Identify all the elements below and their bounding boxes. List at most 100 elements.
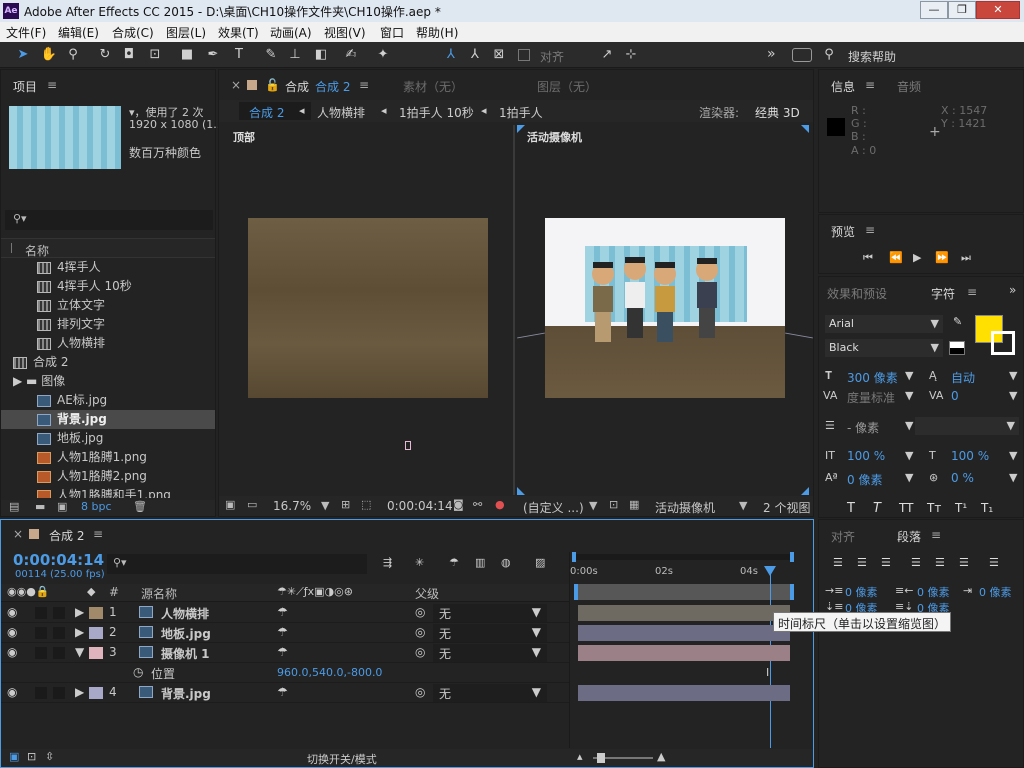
work-area-bar[interactable] [574,584,794,600]
menu-effect[interactable]: 效果(T) [218,24,259,41]
next-frame-icon[interactable]: ⏩ [935,251,949,264]
prev-frame-icon[interactable]: ⏪ [889,251,903,264]
indent-right-field[interactable]: 0 像素 [917,584,950,600]
stroke-width-field[interactable]: - 像素 [847,419,879,436]
top-view[interactable]: 顶部 [223,125,515,495]
zoom-out-icon[interactable]: ▴ [577,750,583,763]
layer-bar-2[interactable] [578,625,790,641]
rotate-tool-icon[interactable]: ↻ [96,46,114,64]
property-row[interactable]: ◷ 位置 960.0,540.0,-800.0 [1,663,569,683]
menu-animation[interactable]: 动画(A) [270,24,312,41]
pickwhip-icon[interactable]: ◎ [415,625,425,639]
baseline-shift-field[interactable]: 0 像素 [847,471,882,488]
timeline-tab[interactable]: 合成 2 [49,527,84,544]
resolution-dropdown[interactable]: (自定义 ...) [523,499,584,516]
layer-name[interactable]: 地板.jpg [161,625,211,642]
layer-name[interactable]: 人物横排 [161,605,209,622]
col-parent[interactable]: 父级 [415,585,439,602]
monitor-icon[interactable]: ▭ [247,498,257,511]
lock-icon[interactable]: 🔓 [265,78,280,92]
menu-composition[interactable]: 合成(C) [112,24,154,41]
hand-tool-icon[interactable]: ✋ [40,46,58,64]
always-preview-icon[interactable]: ▣ [225,498,235,511]
pan-behind-tool-icon[interactable]: ⊡ [146,46,164,64]
project-item[interactable]: 人物1胳膊1.png [1,448,215,467]
justify-center-icon[interactable]: ☰ [935,556,945,569]
col-source-name[interactable]: 源名称 [141,585,177,602]
project-menu-icon[interactable]: ≡ [47,78,57,92]
shy-switch-icon[interactable]: ☂ [277,605,288,619]
region-icon[interactable]: ⊡ [609,498,618,511]
audio-tab[interactable]: 音频 [897,78,921,95]
graph-editor-icon[interactable]: ▨ [535,556,545,569]
vertical-scale-field[interactable]: 100 % [847,449,885,463]
shy-switch-icon[interactable]: ☂ [277,645,288,659]
snapshot-icon[interactable]: ◙ [453,498,464,511]
bw-swatch[interactable] [949,341,965,355]
project-search-input[interactable]: ⚲▾ [5,210,213,230]
local-axis-icon[interactable]: ⅄ [442,46,460,64]
zoom-tool-icon[interactable]: ⚲ [64,46,82,64]
layer-bar-4[interactable] [578,685,790,701]
zoom-in-icon[interactable]: ▲ [657,750,665,763]
project-item[interactable]: 合成 2 [1,353,215,372]
timeline-tab-menu[interactable]: ≡ [93,527,103,541]
rectangle-tool-icon[interactable]: ■ [178,46,196,64]
menu-layer[interactable]: 图层(L) [166,24,206,41]
time-graph[interactable]: 0:00s 02s 04s I [569,552,797,748]
align-right-icon[interactable]: ☰ [881,556,891,569]
zoom-dropdown[interactable]: 16.7% [273,499,311,513]
parent-dropdown[interactable]: 无 ▼ [433,604,547,622]
kerning-field[interactable]: 度量标准 [847,389,895,406]
eye-icon[interactable]: ◉ [7,605,17,619]
tsume-field[interactable]: 0 % [951,471,974,485]
preview-tab[interactable]: 预览 [831,223,855,240]
interpret-icon[interactable]: ▤ [9,500,19,513]
snap-grid-icon[interactable]: ⊹ [622,46,640,64]
roto-brush-tool-icon[interactable]: ✍ [342,46,360,64]
draft-3d-icon[interactable]: ✳ [415,556,424,569]
project-item[interactable]: 人物横排 [1,334,215,353]
menu-edit[interactable]: 编辑(E) [58,24,99,41]
camera-tool-icon[interactable]: ◘ [120,46,138,64]
breadcrumb-item[interactable]: 1拍手人 [499,104,543,121]
renderer-value[interactable]: 经典 3D [755,104,800,121]
search-help-label[interactable]: 搜索帮助 [848,48,896,65]
font-size-field[interactable]: 300 像素 [847,369,898,386]
parent-dropdown[interactable]: 无 ▼ [433,644,547,662]
font-family-dropdown[interactable]: Arial ▼ [825,315,943,333]
align-left-icon[interactable]: ☰ [833,556,843,569]
stroke-color-swatch[interactable] [991,331,1015,355]
faux-italic-icon[interactable]: T [873,501,881,516]
property-value[interactable]: 960.0,540.0,-800.0 [277,666,382,679]
layer-name[interactable]: 背景.jpg [161,685,211,702]
layer-row[interactable]: ◉ ▶ 2 地板.jpg ☂ ◎ 无 ▼ [1,623,569,643]
menu-file[interactable]: 文件(F) [6,24,46,41]
motion-blur-icon[interactable]: ◍ [501,556,511,569]
in-out-icon[interactable]: ⇳ [45,750,54,763]
view-axis-icon[interactable]: ⊠ [490,46,508,64]
bpc-label[interactable]: 8 bpc [81,500,112,513]
label-color[interactable] [89,647,103,659]
layer-row[interactable]: ◉ ▶ 1 人物横排 ☂ ◎ 无 ▼ [1,603,569,623]
project-item[interactable]: ▶ ▬ 图像 [1,372,215,391]
faux-bold-icon[interactable]: T [847,501,855,516]
toggle-switches-modes[interactable]: 切换开关/模式 [307,751,377,767]
last-frame-icon[interactable]: ⏭ [961,251,971,265]
play-icon[interactable]: ▶ [913,251,921,264]
project-item[interactable]: 4挥手人 [1,258,215,277]
snap-checkbox[interactable] [518,49,530,61]
show-snapshot-icon[interactable]: ⚯ [473,498,482,511]
parent-dropdown[interactable]: 无 ▼ [433,624,547,642]
delete-icon[interactable]: 🗑 [133,500,147,513]
project-item[interactable]: 排列文字 [1,315,215,334]
footage-tab[interactable]: 素材（无） [403,78,463,95]
breadcrumb-item[interactable]: 合成 2 [249,104,284,121]
menu-view[interactable]: 视图(V) [324,24,366,41]
twirl-icon[interactable]: ▶ [75,625,84,639]
workspace-icon[interactable] [792,48,812,62]
shy-switch-icon[interactable]: ☂ [277,625,288,639]
twirl-icon[interactable]: ▶ [75,605,84,619]
layer-bar-3[interactable] [578,645,790,661]
timeline-current-time[interactable]: 0:00:04:14 [13,551,104,569]
